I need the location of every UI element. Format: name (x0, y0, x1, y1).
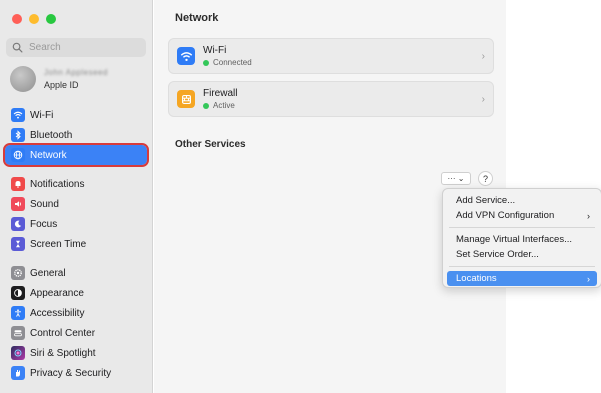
sidebar-item-accessibility[interactable]: Accessibility (5, 303, 147, 323)
menu-item-add-vpn-configuration[interactable]: Add VPN Configuration › (447, 208, 597, 223)
firewall-service-row[interactable]: Firewall Active › (168, 81, 494, 117)
apple-id-row[interactable]: John Appleseed Apple ID (10, 66, 108, 92)
help-button[interactable]: ? (478, 171, 493, 186)
menu-item-label: Add Service... (456, 195, 516, 206)
sidebar-item-label: Bluetooth (30, 129, 73, 141)
sidebar-group-connectivity: Wi-Fi Bluetooth Network (3, 105, 149, 167)
gear-icon (11, 266, 25, 280)
accessibility-icon (11, 306, 25, 320)
menu-item-locations[interactable]: Locations › (447, 271, 597, 286)
firewall-icon (177, 90, 195, 108)
sidebar-item-appearance[interactable]: Appearance (5, 283, 147, 303)
avatar (10, 66, 36, 92)
sidebar-item-bluetooth[interactable]: Bluetooth (5, 125, 147, 145)
control-center-icon (11, 326, 25, 340)
sidebar-group-general: General Appearance Accessibility Control… (5, 263, 147, 383)
sidebar-item-label: General (30, 267, 66, 279)
bell-icon (11, 177, 25, 191)
wifi-service-row[interactable]: Wi-Fi Connected › (168, 38, 494, 74)
moon-icon (11, 217, 25, 231)
sidebar-item-network[interactable]: Network (3, 143, 149, 167)
chevron-right-icon: › (587, 273, 590, 284)
bluetooth-icon (11, 128, 25, 142)
sidebar-item-siri-spotlight[interactable]: Siri & Spotlight (5, 343, 147, 363)
service-name: Wi-Fi (203, 45, 227, 56)
appearance-icon (11, 286, 25, 300)
menu-item-manage-virtual-interfaces[interactable]: Manage Virtual Interfaces... (447, 232, 597, 247)
sidebar-item-label: Notifications (30, 178, 85, 190)
sidebar-item-label: Control Center (30, 327, 96, 339)
minimize-button[interactable] (29, 14, 39, 24)
search-placeholder: Search (29, 42, 61, 53)
sidebar-item-focus[interactable]: Focus (5, 214, 147, 234)
hand-icon (11, 366, 25, 380)
sidebar-item-label: Siri & Spotlight (30, 347, 96, 359)
sidebar-group-notifications: Notifications Sound Focus Screen Time (5, 174, 147, 254)
service-status-text: Active (213, 101, 235, 110)
globe-icon (11, 148, 25, 162)
sidebar-item-label: Privacy & Security (30, 367, 112, 379)
search-input[interactable]: Search (6, 38, 146, 57)
sidebar-item-sound[interactable]: Sound (5, 194, 147, 214)
menu-item-label: Add VPN Configuration (456, 210, 555, 221)
sidebar-item-label: Appearance (30, 287, 84, 299)
sidebar-item-wifi[interactable]: Wi-Fi (5, 105, 147, 125)
wifi-icon (177, 47, 195, 65)
apple-id-label: Apple ID (44, 80, 79, 90)
sidebar-item-control-center[interactable]: Control Center (5, 323, 147, 343)
status-dot (203, 59, 209, 66)
service-name: Firewall (203, 88, 238, 99)
menu-item-label: Set Service Order... (456, 249, 539, 260)
menu-item-label: Manage Virtual Interfaces... (456, 234, 572, 245)
menu-separator (449, 266, 595, 267)
sidebar-item-label: Focus (30, 218, 58, 230)
system-settings-window: Search John Appleseed Apple ID Wi-Fi Blu… (0, 0, 601, 393)
sidebar-item-screen-time[interactable]: Screen Time (5, 234, 147, 254)
wifi-icon (11, 108, 25, 122)
window-controls (12, 14, 56, 24)
more-actions-menu: Add Service... Add VPN Configuration › Ma… (442, 188, 601, 288)
search-icon (12, 42, 23, 53)
menu-separator (449, 227, 595, 228)
sidebar-item-label: Network (30, 149, 67, 161)
more-actions-button[interactable]: ··· ⌄ (441, 172, 471, 185)
sidebar-item-label: Wi-Fi (30, 109, 54, 121)
other-services-heading: Other Services (175, 139, 246, 150)
sidebar-item-label: Accessibility (30, 307, 85, 319)
zoom-button[interactable] (46, 14, 56, 24)
menu-item-add-service[interactable]: Add Service... (447, 193, 597, 208)
menu-item-set-service-order[interactable]: Set Service Order... (447, 247, 597, 262)
close-button[interactable] (12, 14, 22, 24)
chevron-right-icon: › (587, 210, 590, 221)
speaker-icon (11, 197, 25, 211)
siri-icon (11, 346, 25, 360)
chevron-right-icon: › (481, 94, 485, 105)
service-status: Active (203, 101, 237, 110)
apple-id-name: John Appleseed (44, 68, 108, 77)
menu-item-label: Locations (456, 273, 497, 284)
hourglass-icon (11, 237, 25, 251)
chevron-right-icon: › (481, 51, 485, 62)
sidebar-item-label: Screen Time (30, 238, 87, 250)
service-status: Connected (203, 58, 252, 67)
status-dot (203, 102, 209, 109)
sidebar-item-notifications[interactable]: Notifications (5, 174, 147, 194)
sidebar-item-privacy-security[interactable]: Privacy & Security (5, 363, 147, 383)
service-status-text: Connected (213, 58, 252, 67)
page-title: Network (175, 12, 219, 24)
sidebar-item-general[interactable]: General (5, 263, 147, 283)
sidebar-item-label: Sound (30, 198, 59, 210)
sidebar: Search John Appleseed Apple ID Wi-Fi Blu… (0, 0, 153, 393)
